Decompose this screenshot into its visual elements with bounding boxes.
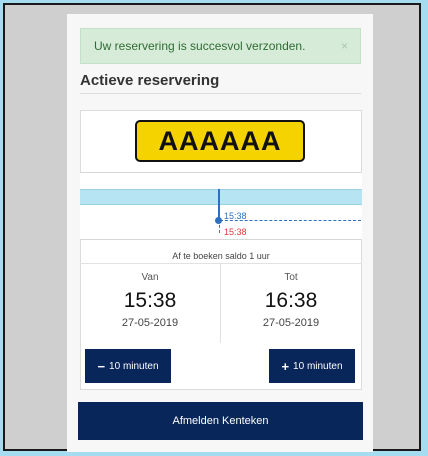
minus-icon: −: [97, 358, 106, 374]
plus-button-label: 10 minuten: [293, 360, 343, 372]
license-plate: AAAAAA: [135, 120, 305, 162]
reservation-timeline: 15:38 15:38: [80, 172, 362, 240]
tot-label: Tot: [284, 272, 298, 283]
start-time-label: 15:38: [224, 211, 247, 221]
tot-column: Tot 16:38 27-05-2019: [221, 272, 361, 329]
reservation-band: [80, 189, 362, 205]
times-divider-top: [80, 263, 362, 264]
van-label: Van: [141, 272, 159, 283]
plus-icon: +: [281, 358, 290, 374]
page-title: Actieve reservering: [80, 72, 220, 89]
minus-button-label: 10 minuten: [109, 360, 159, 372]
afmelden-kenteken-button[interactable]: Afmelden Kenteken: [78, 402, 363, 440]
tot-date: 27-05-2019: [262, 317, 320, 329]
now-time-label: 15:38: [224, 227, 247, 237]
start-marker-dot: [215, 217, 222, 224]
van-column: Van 15:38 27-05-2019: [80, 272, 220, 329]
close-icon[interactable]: ×: [341, 29, 348, 63]
tot-time: 16:38: [264, 289, 318, 312]
minus-10-minutes-button[interactable]: − 10 minuten: [85, 349, 171, 383]
van-date: 27-05-2019: [121, 317, 179, 329]
van-time: 15:38: [123, 289, 177, 312]
title-divider: [80, 93, 361, 94]
success-alert: Uw reservering is succesvol verzonden. ×: [80, 28, 361, 64]
alert-message: Uw reservering is succesvol verzonden.: [94, 39, 306, 53]
plus-10-minutes-button[interactable]: + 10 minuten: [269, 349, 355, 383]
saldo-text: Af te boeken saldo 1 uur: [172, 251, 270, 261]
